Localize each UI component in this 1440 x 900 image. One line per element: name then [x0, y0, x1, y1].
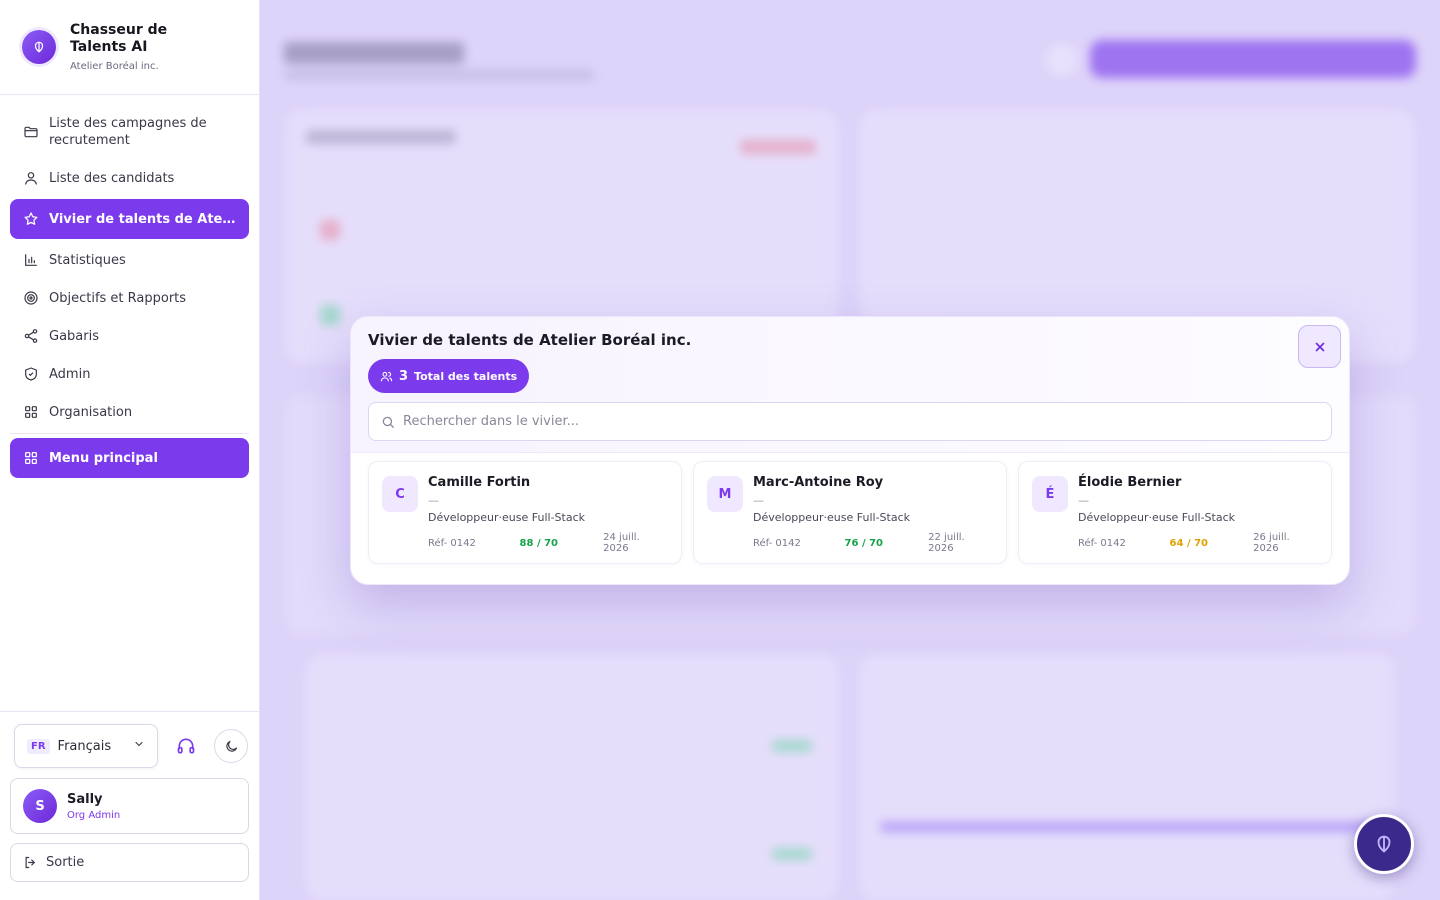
sidebar-item-label: Vivier de talents de Atelier Boréal inc. [49, 211, 237, 227]
sidebar-item-label: Organisation [49, 404, 133, 420]
talent-subtitle: — [753, 494, 764, 507]
sidebar-item-statistics[interactable]: Statistiques [10, 243, 249, 277]
talent-list: C Camille Fortin — Développeur·euse Full… [351, 453, 1349, 564]
close-icon [1313, 340, 1327, 354]
talent-card[interactable]: M Marc-Antoine Roy — Développeur·euse Fu… [693, 461, 1007, 564]
star-icon [22, 210, 40, 228]
sidebar-item-label: Liste des campagnes de recrutement [49, 116, 207, 148]
target-icon [22, 289, 40, 307]
language-code: FR [27, 738, 50, 754]
user-profile-card[interactable]: S Sally Org Admin [10, 778, 249, 834]
talent-avatar: C [382, 476, 418, 512]
search-icon [381, 415, 395, 429]
avatar: S [23, 789, 57, 823]
sidebar-item-label: Admin [49, 366, 91, 382]
modal-title: Vivier de talents de Atelier Boréal inc. [368, 331, 692, 349]
language-label: Français [57, 738, 112, 754]
sidebar-item-organisation[interactable]: Organisation [10, 395, 249, 429]
moon-icon [224, 739, 239, 754]
total-talents-badge: 3 Total des talents [368, 359, 530, 393]
sidebar-item-candidates[interactable]: Liste des candidats [10, 161, 249, 195]
talent-card[interactable]: É Élodie Bernier — Développeur·euse Full… [1018, 461, 1332, 564]
logout-button[interactable]: Sortie [10, 843, 249, 882]
talent-reference: Réf- 0142 [428, 537, 476, 549]
sidebar-item-label: Liste des candidats [49, 170, 175, 186]
sidebar-item-templates[interactable]: Gabaris [10, 319, 249, 353]
talent-name: Camille Fortin [428, 475, 531, 490]
talent-search-box [368, 402, 1332, 441]
user-icon [22, 169, 40, 187]
talent-role: Développeur·euse Full-Stack [1078, 511, 1235, 524]
modal-header: Vivier de talents de Atelier Boréal inc.… [351, 317, 1349, 453]
talent-reference: Réf- 0142 [1078, 537, 1126, 549]
user-role: Org Admin [67, 809, 121, 821]
shield-icon [22, 365, 40, 383]
user-name: Sally [67, 791, 103, 807]
talent-subtitle: — [428, 494, 439, 507]
talent-reference: Réf- 0142 [753, 537, 801, 549]
talent-score: 88 / 70 [519, 537, 558, 549]
language-select[interactable]: FR Français [14, 724, 158, 768]
share-icon [22, 327, 40, 345]
grid-icon [22, 403, 40, 421]
main-menu-label: Menu principal [49, 450, 158, 466]
sidebar-nav: Liste des campagnes de recrutement Liste… [0, 95, 259, 478]
sidebar-item-campaigns[interactable]: Liste des campagnes de recrutement [10, 107, 249, 157]
talent-name: Marc-Antoine Roy [753, 475, 884, 490]
org-name: Atelier Boréal inc. [70, 61, 159, 72]
talent-date: 26 juill. 2026 [1253, 532, 1290, 554]
sidebar: Chasseur de Talents AI Atelier Boréal in… [0, 0, 260, 900]
dark-mode-toggle[interactable] [214, 729, 248, 763]
main-menu-button[interactable]: Menu principal [10, 438, 249, 478]
search-input[interactable] [403, 414, 1303, 429]
talent-score: 76 / 70 [844, 537, 883, 549]
sidebar-item-label: Gabaris [49, 328, 99, 344]
total-talents-label: Total des talents [414, 369, 518, 383]
sidebar-item-label: Objectifs et Rapports [49, 290, 187, 306]
total-talents-count: 3 [399, 368, 409, 384]
brain-icon [1373, 833, 1395, 855]
talent-avatar: M [707, 476, 743, 512]
sidebar-item-goals-reports[interactable]: Objectifs et Rapports [10, 281, 249, 315]
users-icon [380, 370, 393, 383]
brand-header: Chasseur de Talents AI Atelier Boréal in… [0, 0, 259, 95]
talent-name: Élodie Bernier [1078, 475, 1182, 490]
talent-date: 22 juill. 2026 [928, 532, 965, 554]
close-button[interactable] [1298, 325, 1341, 368]
logout-label: Sortie [46, 855, 85, 870]
headphones-icon [176, 736, 196, 756]
talent-pool-modal: Vivier de talents de Atelier Boréal inc.… [350, 316, 1350, 585]
talent-role: Développeur·euse Full-Stack [428, 511, 585, 524]
ai-assistant-button[interactable] [1354, 814, 1414, 874]
chevron-down-icon [133, 738, 145, 754]
sidebar-item-talent-pool[interactable]: Vivier de talents de Atelier Boréal inc. [10, 199, 249, 239]
talent-avatar: É [1032, 476, 1068, 512]
talent-card[interactable]: C Camille Fortin — Développeur·euse Full… [368, 461, 682, 564]
support-button[interactable] [168, 728, 204, 764]
nav-divider [10, 433, 249, 434]
logout-icon [23, 855, 38, 870]
sidebar-item-admin[interactable]: Admin [10, 357, 249, 391]
sidebar-footer: FR Français S Sally Org Admin Sortie [0, 711, 259, 900]
folder-icon [22, 123, 40, 141]
sidebar-item-label: Statistiques [49, 252, 126, 268]
bar-chart-icon [22, 251, 40, 269]
brain-logo-icon [22, 30, 56, 64]
talent-date: 24 juill. 2026 [603, 532, 640, 554]
talent-subtitle: — [1078, 494, 1089, 507]
app-title: Chasseur de Talents AI [70, 22, 168, 55]
talent-score: 64 / 70 [1169, 537, 1208, 549]
grid-icon [22, 449, 40, 467]
talent-role: Développeur·euse Full-Stack [753, 511, 910, 524]
